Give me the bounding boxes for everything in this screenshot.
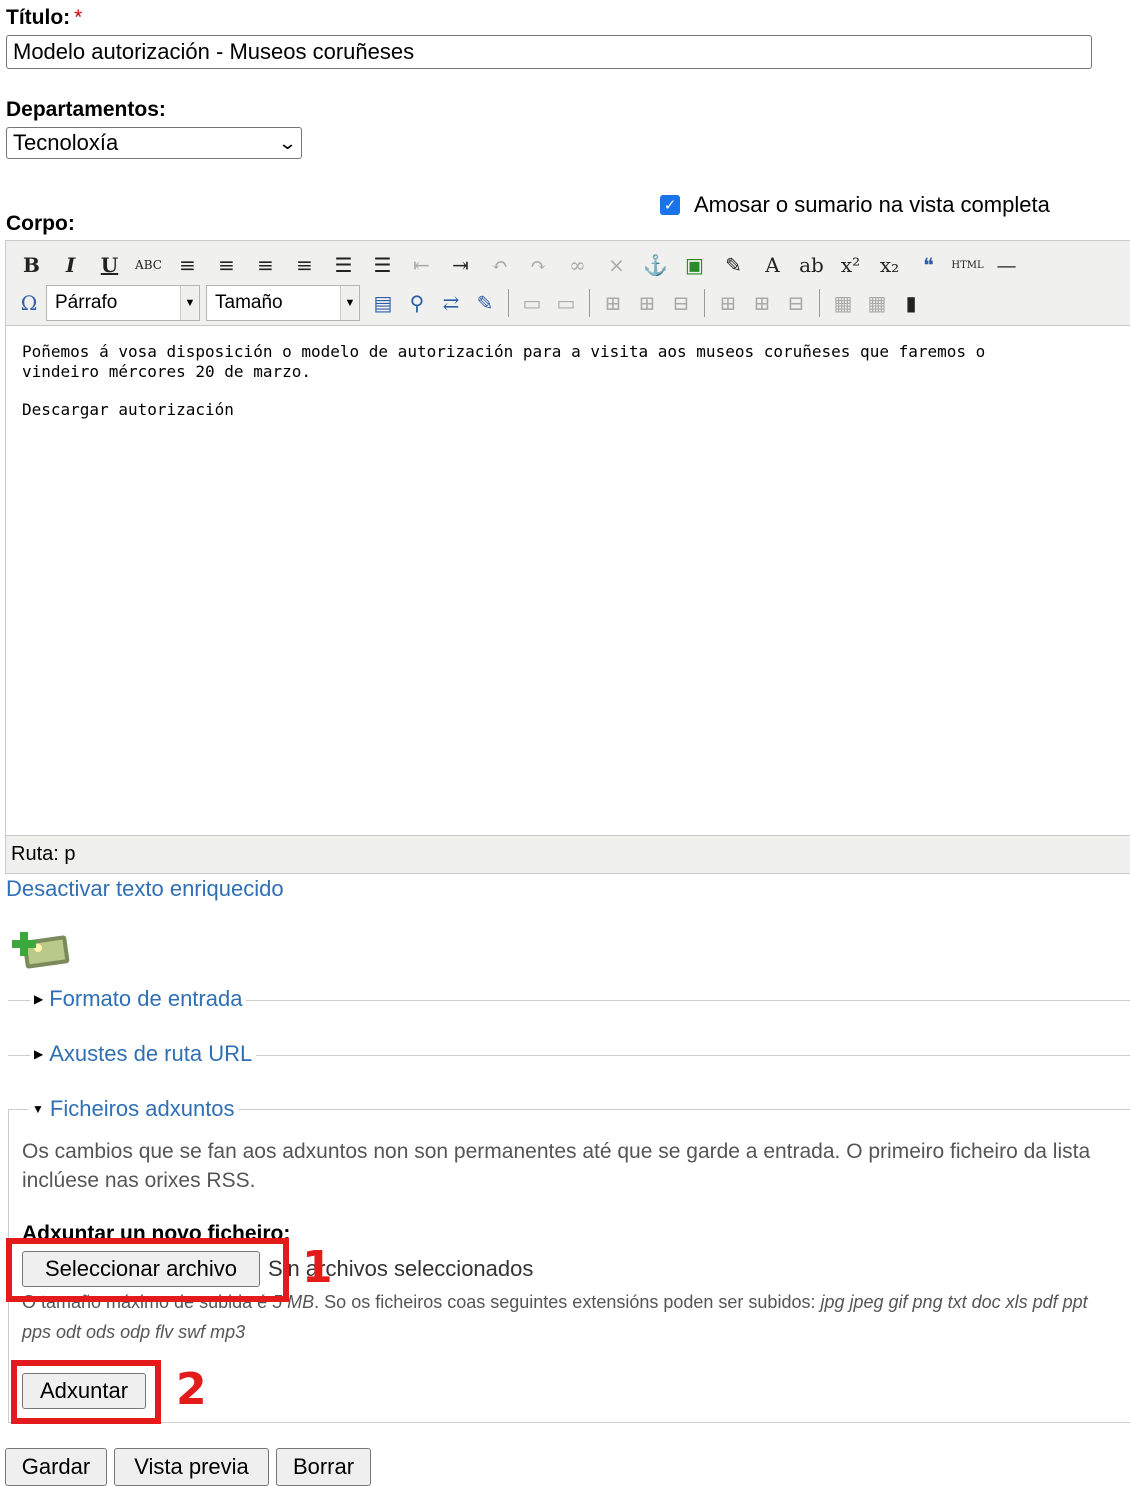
text-color-icon[interactable]: A bbox=[753, 247, 792, 283]
outdent-icon[interactable]: ⇤ bbox=[402, 247, 441, 283]
editor-toolbar: B I U ABC ≡ ≡ ≡ ≡ ☰ ☰ ⇤ ⇥ ↶ ↷ ∞ ⨯ ⚓ ▣ ✎ Aab x² x₂ ❝ HTML — Ω Pár… bbox=[6, 241, 1130, 326]
content-paragraph-2: Descargar autorización bbox=[22, 400, 234, 419]
find-icon[interactable]: ⚲ bbox=[400, 285, 434, 321]
image-icon[interactable]: ▣ bbox=[675, 247, 714, 283]
toolbar-separator bbox=[819, 289, 820, 317]
insert-col-after-icon[interactable]: ⊞ bbox=[745, 285, 779, 321]
expand-triangle-icon: ▶ bbox=[34, 1047, 44, 1061]
special-char-icon[interactable]: Ω bbox=[12, 285, 46, 321]
delete-row-icon[interactable]: ⊟ bbox=[664, 285, 698, 321]
toolbar-row-2-buttons: ▤ ⚲ ⇄ ✎ ▭ ▭ ⊞ ⊞ ⊟ ⊞ ⊞ ⊟ ▦ ▦ ▮ bbox=[366, 285, 928, 321]
film-icon[interactable]: ▮ bbox=[894, 285, 928, 321]
table-props-icon[interactable]: ▦ bbox=[860, 285, 894, 321]
toolbar-row-1: B I U ABC ≡ ≡ ≡ ≡ ☰ ☰ ⇤ ⇥ ↶ ↷ ∞ ⨯ ⚓ ▣ ✎ Aab x² x₂ ❝ HTML — bbox=[12, 247, 1026, 283]
table-icon[interactable]: ▦ bbox=[826, 285, 860, 321]
subscript-icon[interactable]: x₂ bbox=[870, 247, 909, 283]
anchor-icon[interactable]: ⚓ bbox=[636, 247, 675, 283]
content-paragraph-1: Poñemos á vosa disposición o modelo de a… bbox=[22, 342, 986, 381]
superscript-icon[interactable]: x² bbox=[831, 247, 870, 283]
horizontal-rule-icon[interactable]: — bbox=[987, 247, 1026, 283]
input-format-legend[interactable]: ▶ Formato de entrada bbox=[30, 986, 247, 1012]
title-label: Título: * bbox=[6, 6, 82, 30]
media-icon[interactable]: ▤ bbox=[366, 285, 400, 321]
editor-content[interactable]: Poñemos á vosa disposición o modelo de a… bbox=[6, 326, 1130, 454]
align-right-icon[interactable]: ≡ bbox=[246, 247, 285, 283]
disable-rich-text-link[interactable]: Desactivar texto enriquecido bbox=[6, 876, 284, 902]
toolbar-separator bbox=[589, 289, 590, 317]
redo-icon[interactable]: ↷ bbox=[519, 247, 558, 283]
required-mark: * bbox=[74, 6, 83, 29]
editor-statusbar: Ruta: p bbox=[6, 835, 1130, 873]
align-center-icon[interactable]: ≡ bbox=[207, 247, 246, 283]
align-left-icon[interactable]: ≡ bbox=[168, 247, 207, 283]
collapse-triangle-icon: ▼ bbox=[32, 1102, 44, 1116]
link-icon[interactable]: ∞ bbox=[558, 247, 597, 283]
delete-col-icon[interactable]: ⊟ bbox=[779, 285, 813, 321]
insert-row-before-icon[interactable]: ⊞ bbox=[596, 285, 630, 321]
underline-icon[interactable]: U bbox=[90, 247, 129, 283]
save-button[interactable]: Gardar bbox=[5, 1448, 107, 1486]
attachments-help: Os cambios que se fan aos adxuntos non s… bbox=[22, 1140, 1091, 1192]
insert-col-before-icon[interactable]: ⊞ bbox=[711, 285, 745, 321]
departments-select[interactable]: Tecnoloxía ⌄ bbox=[6, 127, 302, 159]
toolbar-separator bbox=[704, 289, 705, 317]
edit-icon[interactable]: ✎ bbox=[468, 285, 502, 321]
limits-middle: . So os ficheiros coas seguintes extensi… bbox=[314, 1292, 816, 1312]
indent-icon[interactable]: ⇥ bbox=[441, 247, 480, 283]
annotation-number-1: 1 bbox=[302, 1242, 333, 1293]
input-format-label: Formato de entrada bbox=[49, 986, 243, 1011]
title-label-text: Título: bbox=[6, 6, 71, 29]
delete-button[interactable]: Borrar bbox=[276, 1448, 371, 1486]
strikethrough-icon[interactable]: ABC bbox=[129, 247, 168, 283]
body-label: Corpo: bbox=[6, 212, 75, 235]
expand-triangle-icon: ▶ bbox=[34, 992, 44, 1006]
cleanup-icon[interactable]: ✎ bbox=[714, 247, 753, 283]
html-icon[interactable]: HTML bbox=[948, 247, 987, 283]
attachments-label: Ficheiros adxuntos bbox=[49, 1096, 235, 1121]
departments-label: Departamentos: bbox=[6, 98, 166, 121]
summary-option[interactable]: ✓ Amosar o sumario na vista completa bbox=[660, 192, 1050, 218]
departments-selected-value: Tecnoloxía bbox=[13, 130, 119, 155]
insert-row-after-icon[interactable]: ⊞ bbox=[630, 285, 664, 321]
align-justify-icon[interactable]: ≡ bbox=[285, 247, 324, 283]
attachments-legend[interactable]: ▼ Ficheiros adxuntos bbox=[28, 1096, 239, 1122]
undo-icon[interactable]: ↶ bbox=[480, 247, 519, 283]
format-combo[interactable]: Párrafo ▼ bbox=[46, 285, 200, 321]
toolbar-row-2: Ω Párrafo ▼ Tamaño ▼ ▤ ⚲ ⇄ ✎ ▭ ▭ ⊞ ⊞ ⊟ ⊞ ⊞ ⊟ ▦ ▦ ▮ bbox=[12, 285, 928, 321]
chevron-down-icon: ▼ bbox=[180, 286, 199, 320]
table-row-icon[interactable]: ▭ bbox=[515, 285, 549, 321]
size-combo-value: Tamaño bbox=[215, 292, 283, 313]
bold-icon[interactable]: B bbox=[12, 247, 51, 283]
replace-icon[interactable]: ⇄ bbox=[434, 285, 468, 321]
blockquote-icon[interactable]: ❝ bbox=[909, 247, 948, 283]
bullet-list-icon[interactable]: ☰ bbox=[324, 247, 363, 283]
annotation-number-2: 2 bbox=[176, 1364, 207, 1415]
size-combo[interactable]: Tamaño ▼ bbox=[206, 285, 360, 321]
numbered-list-icon[interactable]: ☰ bbox=[363, 247, 402, 283]
unlink-icon[interactable]: ⨯ bbox=[597, 247, 636, 283]
toolbar-separator bbox=[508, 289, 509, 317]
chevron-down-icon: ▼ bbox=[340, 286, 359, 320]
format-combo-value: Párrafo bbox=[55, 292, 118, 313]
preview-button[interactable]: Vista previa bbox=[114, 1448, 269, 1486]
rich-text-editor: B I U ABC ≡ ≡ ≡ ≡ ☰ ☰ ⇤ ⇥ ↶ ↷ ∞ ⨯ ⚓ ▣ ✎ Aab x² x₂ ❝ HTML — Ω Pár… bbox=[5, 240, 1130, 874]
path-label: Ruta: p bbox=[11, 843, 76, 865]
summary-label: Amosar o sumario na vista completa bbox=[694, 192, 1050, 217]
url-settings-label: Axustes de ruta URL bbox=[49, 1041, 253, 1066]
title-input[interactable] bbox=[6, 35, 1092, 69]
summary-checkbox[interactable]: ✓ bbox=[660, 195, 680, 215]
annotation-box-2 bbox=[11, 1360, 161, 1424]
url-settings-legend[interactable]: ▶ Axustes de ruta URL bbox=[30, 1041, 257, 1067]
highlight-color-icon[interactable]: ab bbox=[792, 247, 831, 283]
add-image-icon[interactable] bbox=[10, 926, 72, 970]
chevron-down-icon: ⌄ bbox=[277, 132, 298, 153]
italic-icon[interactable]: I bbox=[51, 247, 90, 283]
table-cell-icon[interactable]: ▭ bbox=[549, 285, 583, 321]
annotation-box-1 bbox=[6, 1238, 289, 1302]
